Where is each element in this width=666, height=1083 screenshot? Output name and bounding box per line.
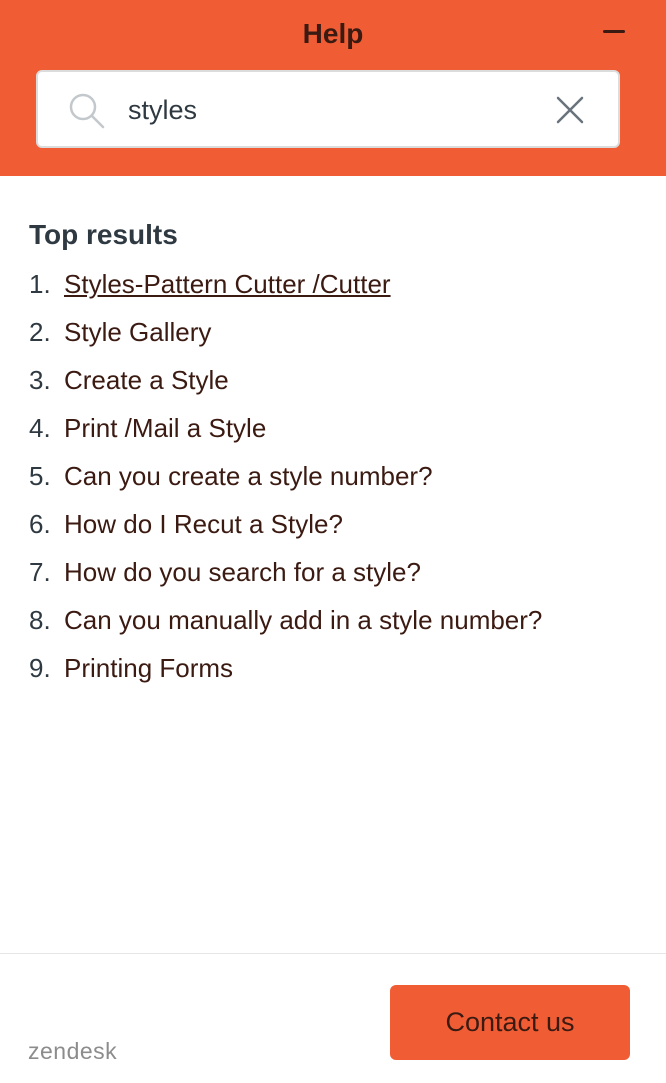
results-heading: Top results: [29, 219, 178, 250]
minimize-button[interactable]: [596, 18, 632, 48]
item-number: 5.: [29, 461, 51, 491]
list-item: 4. Print /Mail a Style: [29, 404, 639, 452]
item-number: 9.: [29, 653, 51, 683]
list-item: 7. How do you search for a style?: [29, 548, 639, 596]
contact-us-button[interactable]: Contact us: [390, 985, 630, 1060]
zendesk-logo: zendesk: [28, 1038, 118, 1064]
list-item: 8. Can you manually add in a style number…: [29, 596, 639, 644]
list-item: 1. Styles-Pattern Cutter /Cutter: [29, 260, 639, 308]
result-link[interactable]: Styles-Pattern Cutter /Cutter: [64, 269, 391, 299]
item-number: 2.: [29, 317, 51, 347]
result-link[interactable]: Printing Forms: [64, 653, 233, 683]
result-link[interactable]: Can you create a style number?: [64, 461, 433, 491]
result-link[interactable]: How do you search for a style?: [64, 557, 421, 587]
item-number: 6.: [29, 509, 51, 539]
item-number: 8.: [29, 605, 51, 635]
search-icon: [69, 93, 105, 129]
item-number: 3.: [29, 365, 51, 395]
result-link[interactable]: Style Gallery: [64, 317, 211, 347]
list-item: 3. Create a Style: [29, 356, 639, 404]
result-link[interactable]: Create a Style: [64, 365, 229, 395]
item-number: 7.: [29, 557, 51, 587]
footer: zendesk Contact us: [0, 953, 666, 1083]
result-link[interactable]: How do I Recut a Style?: [64, 509, 343, 539]
search-box: [36, 70, 620, 148]
result-link[interactable]: Can you manually add in a style number?: [64, 605, 542, 635]
minus-icon: [603, 30, 625, 33]
list-item: 5. Can you create a style number?: [29, 452, 639, 500]
item-number: 4.: [29, 413, 51, 443]
help-header: Help: [0, 0, 666, 176]
search-input[interactable]: [128, 90, 528, 130]
result-link[interactable]: Print /Mail a Style: [64, 413, 266, 443]
results-list: 1. Styles-Pattern Cutter /Cutter 2. Style …: [29, 260, 639, 692]
list-item: 9. Printing Forms: [29, 644, 639, 692]
item-number: 1.: [29, 269, 51, 299]
list-item: 6. How do I Recut a Style?: [29, 500, 639, 548]
results-section: Top results 1. Styles-Pattern Cutter /Cut…: [29, 214, 639, 692]
header-title: Help: [302, 18, 364, 49]
list-item: 2. Style Gallery: [29, 308, 639, 356]
close-icon[interactable]: [554, 94, 586, 126]
